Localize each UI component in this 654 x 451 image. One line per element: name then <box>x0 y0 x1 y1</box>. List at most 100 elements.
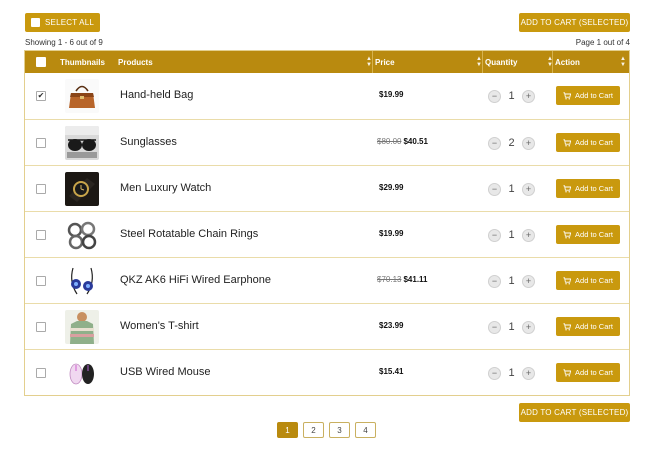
header-select-checkbox[interactable] <box>36 57 46 67</box>
row-checkbox[interactable] <box>36 184 46 194</box>
increase-quantity-button[interactable]: + <box>522 89 535 103</box>
increase-quantity-button[interactable]: + <box>522 274 535 288</box>
column-divider <box>552 51 553 73</box>
quantity-input[interactable]: 1 <box>505 367 519 379</box>
product-price: $19.99 <box>377 229 403 238</box>
decrease-quantity-button[interactable]: − <box>488 228 501 242</box>
quantity-stepper: − 2 + <box>488 135 535 151</box>
add-to-cart-button[interactable]: Add to Cart <box>556 363 620 382</box>
product-price: $23.99 <box>377 321 403 330</box>
table-row: ✔ Hand-held Bag $19.99 − 1 + Add to Cart <box>25 73 629 119</box>
cart-icon <box>563 368 572 377</box>
sort-icon[interactable]: ▲ ▼ <box>620 56 626 68</box>
product-name: Hand-held Bag <box>120 89 194 101</box>
row-checkbox[interactable] <box>36 138 46 148</box>
page-3-button[interactable]: 3 <box>329 422 350 438</box>
add-to-cart-selected-button-bottom[interactable]: ADD TO CART (SELECTED) <box>519 403 630 422</box>
product-price: $70.13 $41.11 <box>377 275 428 284</box>
original-price: $80.00 <box>377 137 402 146</box>
table-row: Steel Rotatable Chain Rings $19.99 − 1 +… <box>25 211 629 257</box>
row-checkbox[interactable]: ✔ <box>36 91 46 101</box>
cart-table: Thumbnails Products ▲ ▼ Price ▲ ▼ Quantity… <box>24 50 630 396</box>
add-to-cart-button[interactable]: Add to Cart <box>556 317 620 336</box>
cart-icon <box>563 276 572 285</box>
quantity-stepper: − 1 + <box>488 227 535 243</box>
quantity-input[interactable]: 1 <box>505 321 519 333</box>
watch-thumbnail[interactable] <box>65 172 99 206</box>
page-1-button[interactable]: 1 <box>277 422 298 438</box>
current-price: $41.11 <box>403 275 428 284</box>
select-all-button[interactable]: SELECT ALL <box>25 13 100 32</box>
add-to-cart-button[interactable]: Add to Cart <box>556 179 620 198</box>
current-price: $15.41 <box>379 367 404 376</box>
add-to-cart-label: Add to Cart <box>575 322 613 331</box>
add-to-cart-button[interactable]: Add to Cart <box>556 133 620 152</box>
quantity-input[interactable]: 1 <box>505 183 519 195</box>
col-price[interactable]: Price <box>375 51 395 73</box>
quantity-stepper: − 1 + <box>488 88 535 104</box>
rings-thumbnail[interactable] <box>65 218 99 252</box>
current-price: $29.99 <box>379 183 404 192</box>
column-divider <box>482 51 483 73</box>
earphone-thumbnail[interactable] <box>65 264 99 298</box>
decrease-quantity-button[interactable]: − <box>488 182 501 196</box>
row-checkbox[interactable] <box>36 230 46 240</box>
quantity-input[interactable]: 1 <box>505 90 519 102</box>
add-to-cart-selected-button-top[interactable]: ADD TO CART (SELECTED) <box>519 13 630 32</box>
pagination: 1234 <box>277 422 376 438</box>
row-checkbox[interactable] <box>36 276 46 286</box>
increase-quantity-button[interactable]: + <box>522 366 535 380</box>
row-checkbox[interactable] <box>36 368 46 378</box>
row-checkbox[interactable] <box>36 322 46 332</box>
add-to-cart-button[interactable]: Add to Cart <box>556 225 620 244</box>
increase-quantity-button[interactable]: + <box>522 182 535 196</box>
checkmark-icon: ✔ <box>37 91 45 100</box>
current-price: $40.51 <box>403 137 428 146</box>
product-price: $19.99 <box>377 90 403 99</box>
quantity-input[interactable]: 1 <box>505 275 519 287</box>
decrease-quantity-button[interactable]: − <box>488 136 501 150</box>
table-header: Thumbnails Products ▲ ▼ Price ▲ ▼ Quantity… <box>25 51 629 73</box>
tshirt-thumbnail[interactable] <box>65 310 99 344</box>
add-to-cart-label: Add to Cart <box>575 138 613 147</box>
increase-quantity-button[interactable]: + <box>522 136 535 150</box>
column-divider <box>372 51 373 73</box>
product-price: $80.00 $40.51 <box>377 137 428 146</box>
product-name: USB Wired Mouse <box>120 366 211 378</box>
table-row: USB Wired Mouse $15.41 − 1 + Add to Cart <box>25 349 629 395</box>
add-to-cart-label: Add to Cart <box>575 276 613 285</box>
sunglasses-thumbnail[interactable] <box>65 126 99 160</box>
decrease-quantity-button[interactable]: − <box>488 366 501 380</box>
decrease-quantity-button[interactable]: − <box>488 274 501 288</box>
original-price: $70.13 <box>377 275 402 284</box>
quantity-input[interactable]: 1 <box>505 229 519 241</box>
quantity-stepper: − 1 + <box>488 365 535 381</box>
decrease-quantity-button[interactable]: − <box>488 89 501 103</box>
current-price: $19.99 <box>379 90 404 99</box>
page-indicator: Page 1 out of 4 <box>575 38 630 47</box>
add-to-cart-button[interactable]: Add to Cart <box>556 271 620 290</box>
quantity-input[interactable]: 2 <box>505 137 519 149</box>
product-price: $15.41 <box>377 367 403 376</box>
add-to-cart-label: Add to Cart <box>575 184 613 193</box>
quantity-stepper: − 1 + <box>488 319 535 335</box>
product-price: $29.99 <box>377 183 403 192</box>
add-to-cart-button[interactable]: Add to Cart <box>556 86 620 105</box>
increase-quantity-button[interactable]: + <box>522 228 535 242</box>
mouse-thumbnail[interactable] <box>65 356 99 390</box>
decrease-quantity-button[interactable]: − <box>488 320 501 334</box>
table-row: Sunglasses $80.00 $40.51 − 2 + Add to Car… <box>25 119 629 165</box>
table-row: Women's T-shirt $23.99 − 1 + Add to Cart <box>25 303 629 349</box>
handbag-thumbnail[interactable] <box>65 79 99 113</box>
col-products[interactable]: Products <box>118 51 153 73</box>
table-row: Men Luxury Watch $29.99 − 1 + Add to Car… <box>25 165 629 211</box>
table-body: ✔ Hand-held Bag $19.99 − 1 + Add to Cart… <box>25 73 629 395</box>
page-2-button[interactable]: 2 <box>303 422 324 438</box>
col-quantity[interactable]: Quantity <box>485 51 517 73</box>
increase-quantity-button[interactable]: + <box>522 320 535 334</box>
product-name: Sunglasses <box>120 136 177 148</box>
product-name: Steel Rotatable Chain Rings <box>120 228 259 240</box>
showing-count: Showing 1 - 6 out of 9 <box>25 38 103 47</box>
page-4-button[interactable]: 4 <box>355 422 376 438</box>
cart-icon <box>563 138 572 147</box>
